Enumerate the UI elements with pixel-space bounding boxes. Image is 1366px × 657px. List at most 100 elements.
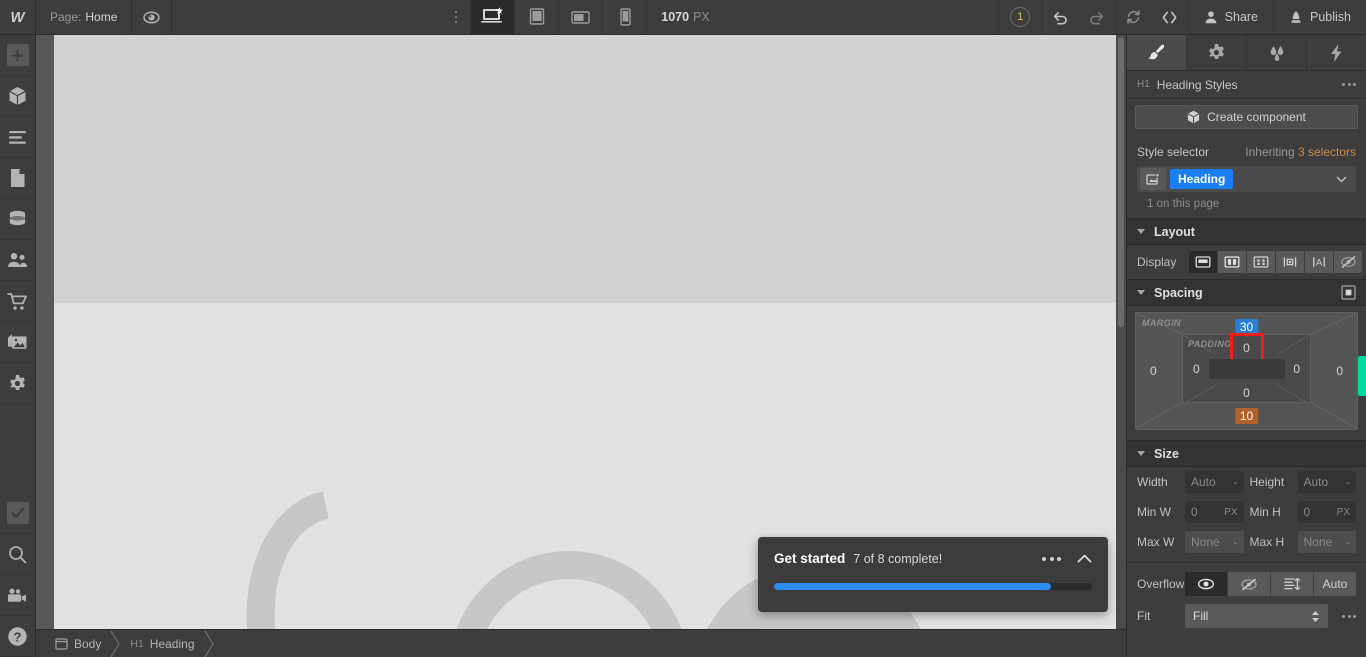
width-input[interactable]: Auto -: [1185, 471, 1244, 493]
style-selector-input[interactable]: Heading: [1137, 166, 1356, 192]
tab-effects[interactable]: [1307, 35, 1366, 70]
max-width-input[interactable]: None -: [1185, 531, 1244, 553]
max-height-input[interactable]: None -: [1297, 531, 1356, 553]
sidebar-item-settings[interactable]: [0, 363, 36, 404]
page-selector[interactable]: Page: Home: [36, 0, 133, 34]
breadcrumb-tag: H1: [130, 637, 144, 650]
sidebar-item-pages[interactable]: [0, 158, 36, 199]
display-option-none[interactable]: [1334, 251, 1362, 273]
create-component-button[interactable]: Create component: [1135, 105, 1358, 129]
sidebar-item-cms[interactable]: [0, 199, 36, 240]
share-button[interactable]: Share: [1187, 0, 1273, 34]
style-panel: H1 Heading Styles Create component Style…: [1126, 35, 1366, 657]
padding-left-value[interactable]: 0: [1193, 362, 1200, 376]
scrollbar-thumb[interactable]: [1118, 37, 1124, 327]
breadcrumb-item-heading[interactable]: H1 Heading: [121, 630, 214, 657]
cube-icon: [1187, 110, 1200, 124]
min-width-input[interactable]: 0 PX: [1185, 501, 1244, 523]
sidebar-item-audit[interactable]: [0, 493, 36, 534]
notification-count: 1: [1010, 7, 1031, 27]
undo-icon: [1052, 10, 1069, 25]
overflow-option-hidden[interactable]: [1228, 572, 1270, 596]
display-option-inline[interactable]: A: [1305, 251, 1333, 273]
checkmark-icon: [6, 502, 29, 524]
toast-header: Get started 7 of 8 complete!: [774, 551, 1092, 566]
margin-right-value[interactable]: 0: [1336, 364, 1343, 378]
padding-bottom-value[interactable]: 0: [1243, 386, 1250, 400]
sidebar-item-add-panel[interactable]: [0, 35, 36, 76]
section-header-spacing[interactable]: Spacing: [1127, 279, 1366, 306]
sidebar-item-assets[interactable]: [0, 322, 36, 363]
height-value: Auto: [1303, 475, 1329, 489]
code-button[interactable]: [1152, 0, 1188, 34]
section-header-size[interactable]: Size: [1127, 440, 1366, 467]
refresh-button[interactable]: [1116, 0, 1152, 34]
sidebar-item-components[interactable]: [0, 76, 36, 117]
undo-button[interactable]: [1043, 0, 1079, 34]
fit-more-button[interactable]: [1342, 614, 1356, 618]
chevron-down-icon: [1137, 451, 1145, 456]
tab-style[interactable]: [1127, 35, 1187, 70]
sidebar-item-ecommerce[interactable]: [0, 281, 36, 322]
display-grid-icon: [1253, 255, 1269, 269]
inheriting-count: 3 selectors: [1297, 145, 1356, 159]
max-width-value: None: [1191, 535, 1220, 549]
breakpoint-mobile[interactable]: [602, 0, 646, 34]
section-header-layout[interactable]: Layout: [1127, 218, 1366, 245]
padding-right-value[interactable]: 0: [1293, 362, 1300, 376]
toast-more-button[interactable]: [1042, 556, 1061, 561]
horizontal-dots-icon[interactable]: [1342, 83, 1356, 86]
breakpoint-tablet-landscape[interactable]: [558, 0, 602, 34]
margin-left-value[interactable]: 0: [1150, 364, 1157, 378]
publish-button[interactable]: Publish: [1273, 0, 1366, 34]
left-sidebar: ?: [0, 35, 36, 657]
style-selector-area: Style selector Inheriting 3 selectors He…: [1127, 137, 1366, 218]
min-height-input[interactable]: 0 PX: [1297, 501, 1356, 523]
sidebar-item-videos[interactable]: [0, 575, 36, 616]
overflow-option-scroll[interactable]: [1271, 572, 1313, 596]
notification-badge[interactable]: 1: [997, 0, 1042, 34]
tab-interactions[interactable]: [1247, 35, 1307, 70]
hero-section[interactable]: [54, 35, 1126, 303]
display-options: A: [1189, 251, 1362, 273]
sidebar-item-users[interactable]: [0, 240, 36, 281]
inheriting-info[interactable]: Inheriting 3 selectors: [1245, 145, 1356, 159]
element-tag-icon[interactable]: [1140, 168, 1166, 190]
redo-button[interactable]: [1079, 0, 1115, 34]
breakpoint-tablet[interactable]: [514, 0, 558, 34]
breakpoint-desktop[interactable]: [470, 0, 515, 34]
fit-select[interactable]: Fill: [1185, 604, 1328, 628]
sidebar-item-navigator[interactable]: [0, 117, 36, 158]
body-box-icon: [55, 637, 68, 650]
display-option-inline-block[interactable]: [1276, 251, 1304, 273]
webflow-logo[interactable]: W: [0, 0, 36, 34]
viewport-size[interactable]: 1070 PX: [646, 0, 728, 34]
sidebar-item-help[interactable]: ?: [0, 616, 36, 657]
overflow-option-auto[interactable]: Auto: [1314, 572, 1356, 596]
toast-collapse-button[interactable]: [1077, 554, 1092, 563]
preview-toggle[interactable]: [132, 0, 173, 34]
overflow-options: Auto: [1185, 572, 1356, 596]
canvas-options-button[interactable]: [442, 0, 470, 34]
spacing-center-box: [1208, 358, 1285, 379]
margin-bottom-value[interactable]: 10: [1234, 408, 1259, 424]
accent-indicator: [1358, 356, 1366, 396]
canvas-vertical-scrollbar[interactable]: [1116, 35, 1126, 629]
display-option-flex[interactable]: [1218, 251, 1246, 273]
get-started-toast[interactable]: Get started 7 of 8 complete!: [758, 537, 1108, 612]
display-option-block[interactable]: [1189, 251, 1217, 273]
sidebar-item-search[interactable]: [0, 534, 36, 575]
spacing-mode-icon[interactable]: [1341, 285, 1356, 300]
padding-label: PADDING: [1188, 339, 1232, 349]
dot: [455, 16, 458, 18]
tab-settings[interactable]: [1187, 35, 1247, 70]
page-icon: [9, 168, 26, 188]
height-input[interactable]: Auto -: [1297, 471, 1356, 493]
class-chip[interactable]: Heading: [1170, 169, 1234, 189]
breadcrumb-item-body[interactable]: Body: [46, 630, 121, 657]
display-option-grid[interactable]: [1247, 251, 1275, 273]
overflow-option-visible[interactable]: [1185, 572, 1227, 596]
svg-text:?: ?: [14, 629, 22, 644]
page-label: Page:: [50, 10, 82, 24]
chevron-down-icon[interactable]: [1336, 176, 1347, 183]
